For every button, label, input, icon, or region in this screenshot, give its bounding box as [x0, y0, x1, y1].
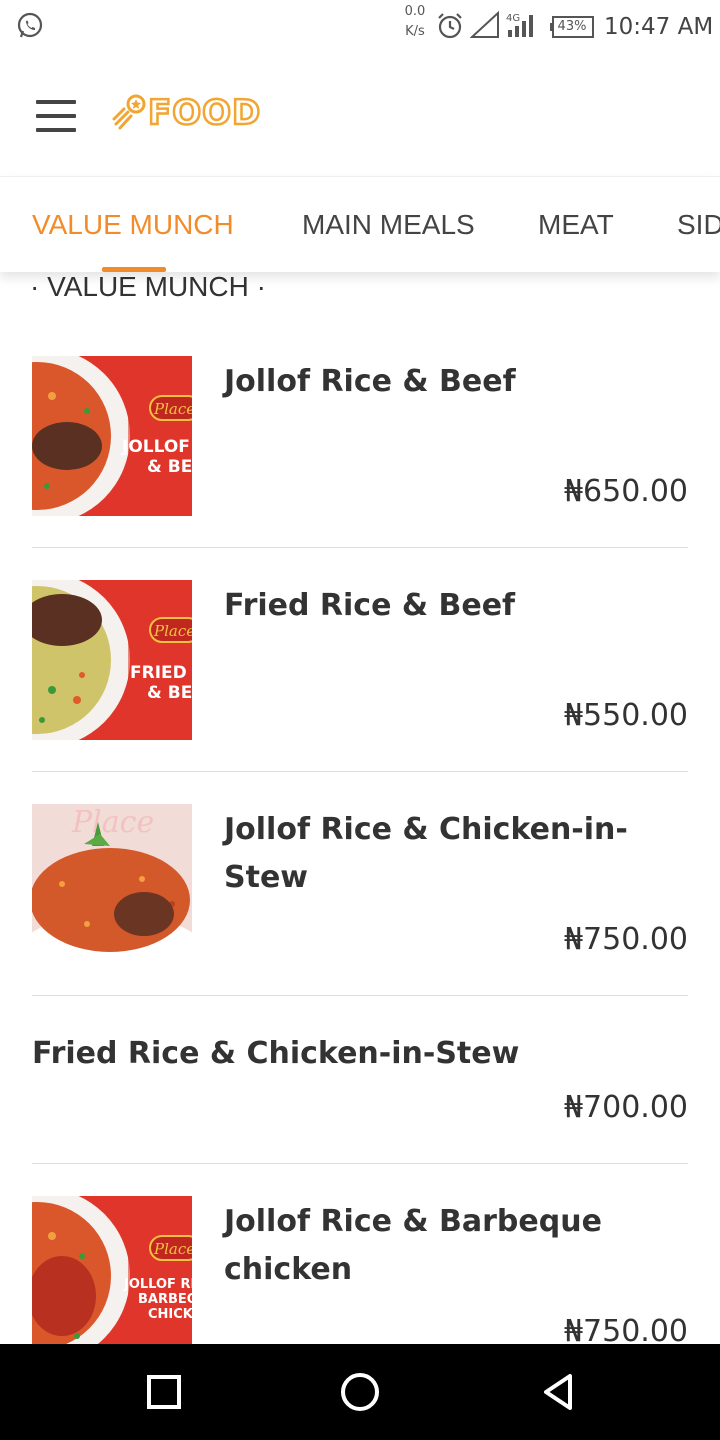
svg-text:Place: Place: [153, 1240, 192, 1258]
category-tabs: VALUE MUNCH MAIN MEALS MEAT SID: [0, 176, 720, 272]
svg-text:& BE: & BE: [147, 457, 192, 477]
item-price: ₦550.00: [563, 698, 688, 733]
tab-value-munch[interactable]: VALUE MUNCH: [32, 177, 234, 272]
divider: [32, 995, 688, 996]
item-name: Fried Rice & Beef: [224, 588, 516, 623]
svg-text:Place: Place: [71, 805, 154, 840]
circle-home-icon[interactable]: [336, 1368, 384, 1416]
item-name: Jollof Rice & Barbeque chicken: [224, 1204, 602, 1287]
app-bar: FOOD: [0, 56, 720, 176]
tab-main-meals[interactable]: MAIN MEALS: [302, 177, 475, 272]
logo-text: FOOD: [147, 92, 262, 135]
item-price: ₦750.00: [563, 922, 688, 957]
item-name: Jollof Rice & Beef: [224, 364, 516, 399]
menu-item-jollof-rice-chicken-in-stew[interactable]: Place Jollof Rice & Chicken-in-Stew ₦750…: [32, 804, 688, 964]
svg-text:FRIED: FRIED: [130, 663, 187, 683]
food-image: Place JOLLOF & BE: [32, 356, 192, 516]
network-type: 4G: [506, 13, 520, 24]
divider: [32, 547, 688, 548]
status-bar: 0.0 K/s 4G 43% 10:47 AM: [0, 0, 720, 56]
svg-text:CHICK: CHICK: [148, 1307, 192, 1322]
svg-text:JOLLOF RI: JOLLOF RI: [123, 1277, 192, 1292]
triangle-back-icon[interactable]: [536, 1368, 584, 1416]
svg-text:& BE: & BE: [147, 683, 192, 703]
signal-icon: 4G: [470, 10, 533, 38]
svg-text:Place: Place: [153, 622, 192, 640]
item-name: Fried Rice & Chicken-in-Stew: [32, 1036, 520, 1071]
menu-list[interactable]: · VALUE MUNCH · Place JOLLOF & BE Jollof…: [0, 272, 720, 1344]
square-recents-icon[interactable]: [140, 1368, 188, 1416]
item-price: ₦700.00: [563, 1090, 688, 1125]
menu-item-jollof-rice-barbeque-chicken[interactable]: Place JOLLOF RI BARBEQ CHICK Jollof Rice…: [32, 1196, 688, 1344]
system-nav-bar: [0, 1344, 720, 1440]
food-image: Place JOLLOF RI BARBEQ CHICK: [32, 1196, 192, 1344]
menu-item-fried-rice-chicken-in-stew[interactable]: Fried Rice & Chicken-in-Stew ₦700.00: [32, 1028, 688, 1140]
alarm-icon: [438, 13, 462, 39]
network-speed: 0.0 K/s: [404, 4, 426, 39]
hamburger-menu-icon[interactable]: [30, 96, 82, 136]
food-image: Place: [32, 804, 192, 964]
active-tab-indicator: [102, 267, 166, 272]
food-image: Place FRIED & BE: [32, 580, 192, 740]
rocket-star-icon: [112, 94, 146, 130]
item-price: ₦650.00: [563, 474, 688, 509]
svg-text:JOLLOF: JOLLOF: [121, 437, 190, 457]
menu-item-jollof-rice-beef[interactable]: Place JOLLOF & BE Jollof Rice & Beef ₦65…: [32, 356, 688, 516]
whatsapp-icon: [17, 12, 43, 38]
divider: [32, 1163, 688, 1164]
item-price: ₦750.00: [563, 1314, 688, 1344]
item-name: Jollof Rice & Chicken-in-Stew: [224, 812, 628, 895]
section-title: · VALUE MUNCH ·: [30, 272, 266, 302]
divider: [32, 771, 688, 772]
svg-text:BARBEQ: BARBEQ: [138, 1292, 192, 1307]
menu-item-fried-rice-beef[interactable]: Place FRIED & BE Fried Rice & Beef ₦550.…: [32, 580, 688, 740]
app-logo: FOOD: [110, 90, 270, 136]
clock: 10:47 AM: [604, 14, 714, 40]
svg-text:Place: Place: [153, 400, 192, 418]
tab-sides[interactable]: SID: [677, 177, 720, 272]
tab-meat[interactable]: MEAT: [538, 177, 614, 272]
battery-level: 43%: [557, 19, 587, 34]
